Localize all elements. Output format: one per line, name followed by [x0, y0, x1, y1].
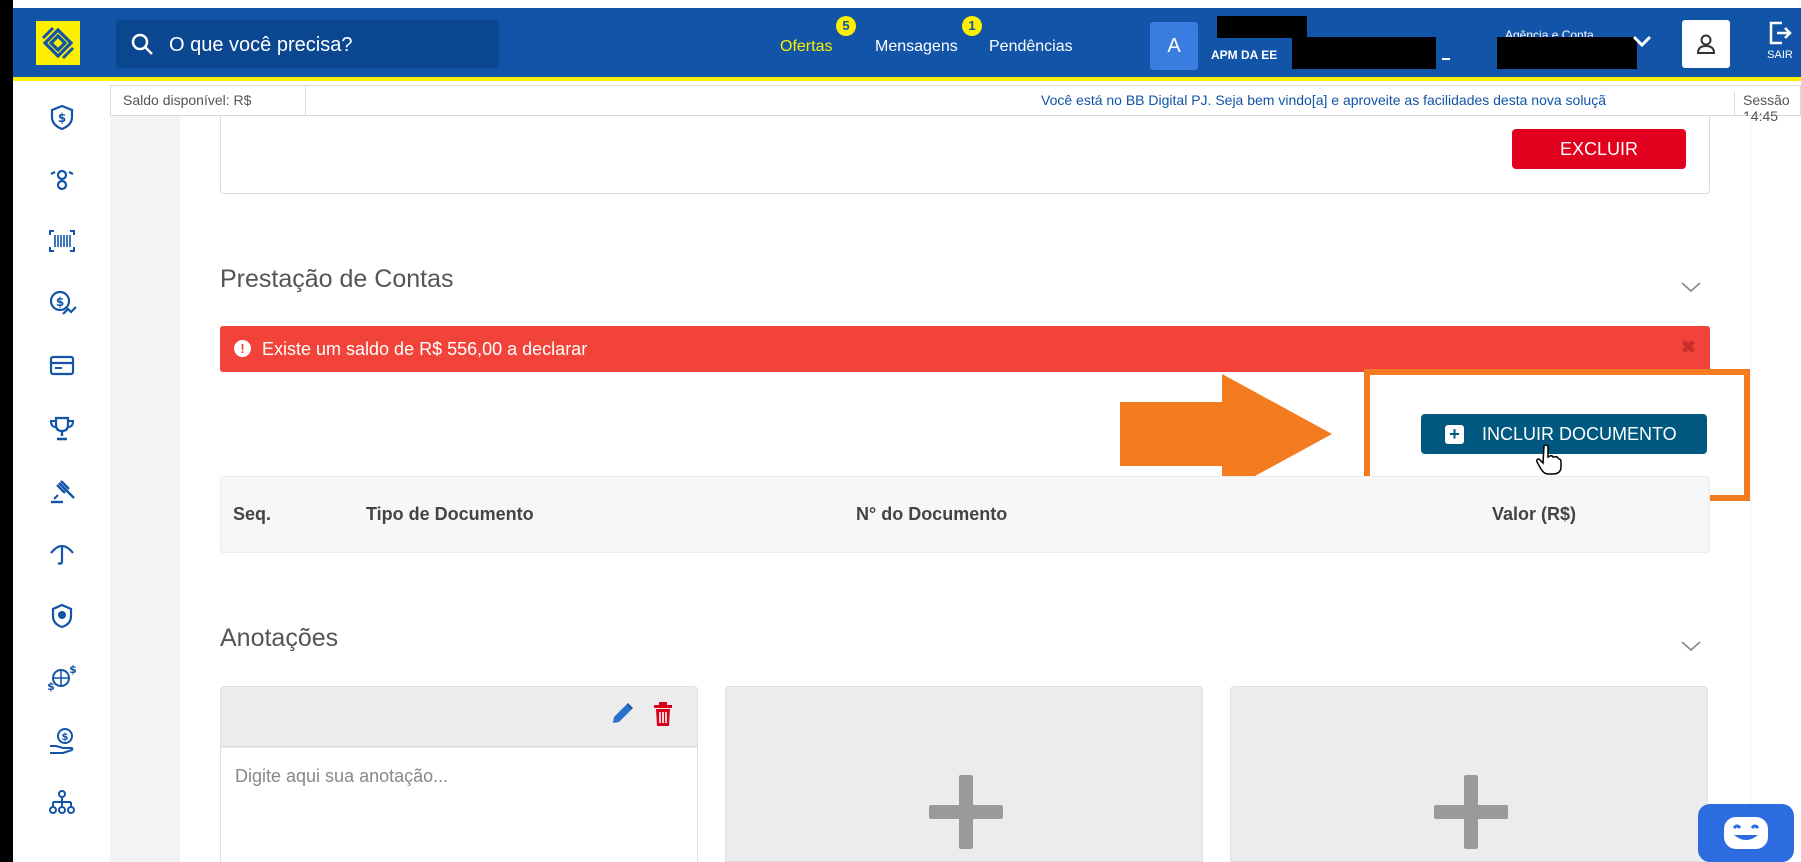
search-icon	[131, 33, 153, 55]
auction-icon[interactable]	[45, 474, 79, 508]
redacted-block	[1497, 37, 1637, 69]
nav-pendencias[interactable]: Pendências	[989, 38, 1073, 56]
company-name: APM DA EE	[1211, 48, 1278, 62]
loan-icon[interactable]: $	[45, 724, 79, 758]
top-bar: O que você precisa? 5 Ofertas 1 Mensagen…	[13, 8, 1801, 81]
umbrella-icon[interactable]	[45, 536, 79, 570]
svg-text:$: $	[69, 663, 77, 676]
pencil-icon[interactable]	[609, 701, 635, 727]
svg-text:$: $	[56, 295, 64, 309]
trophy-icon[interactable]	[45, 411, 79, 445]
info-bar: Saldo disponível: R$ Você está no BB Dig…	[110, 85, 1801, 124]
incluir-documento-label: INCLUIR DOCUMENTO	[1482, 424, 1677, 444]
saldo-disponivel: Saldo disponível: R$	[111, 86, 306, 115]
add-note-card[interactable]	[1230, 686, 1708, 862]
plus-icon	[1434, 775, 1508, 849]
search-box[interactable]: O que você precisa?	[116, 20, 499, 68]
saldo-alert: ! Existe um saldo de R$ 556,00 a declara…	[220, 326, 1710, 372]
transfer-icon[interactable]	[45, 162, 79, 196]
add-note-card[interactable]	[725, 686, 1203, 862]
excluir-button[interactable]: EXCLUIR	[1512, 129, 1686, 169]
column-header: Seq.	[233, 504, 272, 524]
svg-text:$: $	[58, 111, 66, 125]
hand-cursor-icon	[1536, 444, 1562, 475]
anotacoes-title: Anotações	[220, 624, 339, 652]
chevron-down-icon[interactable]	[1632, 34, 1652, 48]
user-profile-button[interactable]	[1682, 20, 1730, 68]
nav-mensagens[interactable]: Mensagens	[875, 38, 958, 56]
note-toolbar	[221, 687, 697, 747]
note-placeholder: Digite aqui sua anotação...	[235, 766, 449, 786]
exchange-icon[interactable]: $ $	[45, 661, 79, 695]
barcode-icon[interactable]	[45, 224, 79, 258]
column-header: N° do Documento	[856, 504, 1008, 524]
card-icon[interactable]	[45, 349, 79, 383]
column-header: Valor (R$)	[1492, 504, 1577, 524]
column-header: Tipo de Documento	[366, 504, 534, 524]
bb-logo[interactable]	[36, 21, 80, 65]
truncation-dash	[1442, 58, 1450, 60]
prestacao-title: Prestação de Contas	[220, 265, 454, 293]
logout-button[interactable]: SAIR	[1762, 20, 1798, 61]
sidebar: $ $ $ $ $	[13, 84, 110, 862]
nav-ofertas[interactable]: Ofertas	[780, 38, 832, 56]
investment-icon[interactable]: $	[45, 286, 79, 320]
incluir-documento-button[interactable]: + INCLUIR DOCUMENTO	[1421, 414, 1707, 454]
svg-text:$: $	[62, 732, 69, 743]
logout-label: SAIR	[1767, 49, 1793, 61]
shield-dollar-icon[interactable]: $	[45, 100, 79, 134]
previous-card	[220, 116, 1710, 194]
redacted-block	[1292, 37, 1436, 69]
organization-icon[interactable]	[45, 786, 79, 820]
note-card: Digite aqui sua anotação...	[220, 686, 698, 862]
plus-icon: +	[1445, 425, 1464, 444]
insurance-icon[interactable]	[45, 599, 79, 633]
chat-assistant-button[interactable]	[1698, 804, 1794, 862]
note-textarea[interactable]: Digite aqui sua anotação...	[221, 748, 697, 862]
redacted-block	[1217, 16, 1307, 38]
welcome-marquee: Você está no BB Digital PJ. Seja bem vin…	[1041, 92, 1607, 108]
account-avatar[interactable]: A	[1150, 22, 1198, 70]
svg-text:$: $	[47, 680, 55, 693]
search-placeholder: O que você precisa?	[169, 34, 353, 56]
plus-icon	[929, 775, 1003, 849]
alert-icon: !	[234, 340, 251, 357]
documents-table-header: Seq. Tipo de Documento N° do Documento V…	[220, 476, 1710, 553]
trash-icon[interactable]	[651, 700, 675, 728]
close-icon[interactable]: ✖	[1681, 337, 1696, 358]
ofertas-badge: 5	[836, 16, 856, 36]
bb-logo-icon	[41, 26, 75, 60]
screen-border	[0, 0, 13, 862]
user-icon	[1696, 34, 1716, 54]
chevron-down-icon[interactable]	[1680, 639, 1702, 653]
logout-icon	[1769, 21, 1792, 45]
alert-text: Existe um saldo de R$ 556,00 a declarar	[262, 339, 588, 359]
mensagens-badge: 1	[962, 16, 982, 36]
chat-bot-icon	[1724, 817, 1768, 849]
chevron-down-icon[interactable]	[1680, 280, 1702, 294]
